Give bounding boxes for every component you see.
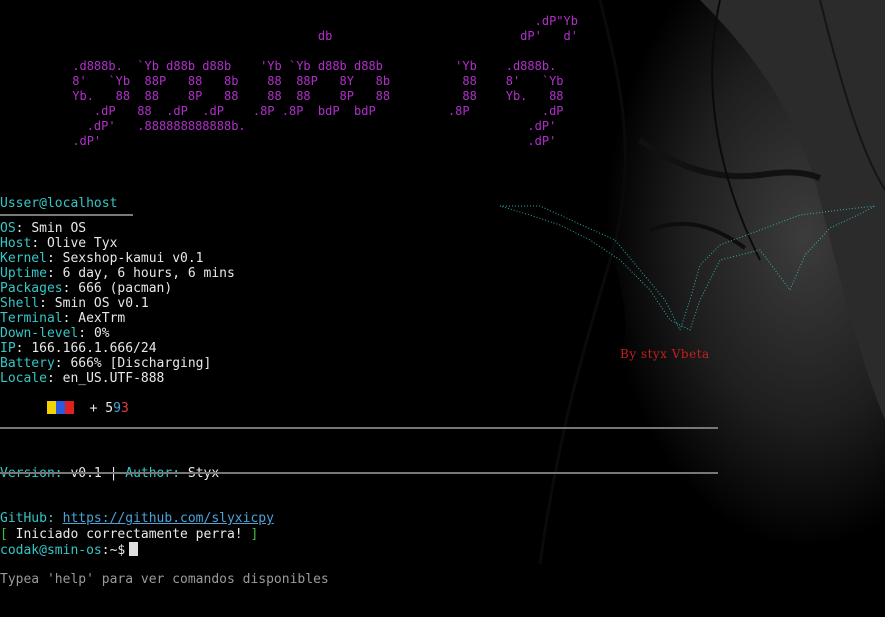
info-key: Terminal (0, 311, 63, 326)
palette-digit-3: 3 (120, 401, 129, 416)
info-key: Battery (0, 356, 55, 371)
user-host-heading: Usser@localhost (0, 196, 118, 211)
info-row-kernel: Kernel: Sexshop-kamui v0.1 (0, 251, 204, 266)
color-palette: + 593 (0, 386, 235, 416)
info-key: IP (0, 341, 16, 356)
info-row-down-level: Down-level: 0% (0, 326, 110, 341)
info-row-shell: Shell: Smin OS v0.1 (0, 296, 149, 311)
help-hint: Typea 'help' para ver comandos disponibl… (0, 572, 329, 587)
user-host-underline (0, 214, 133, 216)
info-value: 666% [Discharging] (70, 356, 212, 371)
ascii-logo: .dP"Yb db dP' d' .d888b. `Yb d88b d88b '… (72, 14, 578, 148)
terminal-window: .dP"Yb db dP' d' .d888b. `Yb d88b d88b '… (0, 0, 885, 587)
info-value: 666 (pacman) (78, 281, 173, 296)
info-key: Kernel (0, 251, 47, 266)
palette-swatch-red (64, 401, 74, 414)
success-message: [ Iniciado correctamente perra! ] (0, 527, 329, 542)
info-row-ip: IP: 166.166.1.666/24 (0, 341, 157, 356)
info-value: AexTrm (78, 311, 126, 326)
palette-digit-2: 9 (113, 401, 121, 416)
info-value: 0% (93, 326, 110, 341)
info-key: OS (0, 221, 16, 236)
palette-swatch-yellow (46, 401, 56, 414)
info-key: Shell (0, 296, 40, 311)
success-text: Iniciado correctamente perra! (15, 527, 243, 542)
info-row-host: Host: Olive Tyx (0, 236, 118, 251)
info-key: Host (0, 236, 32, 251)
info-value: Smin OS v0.1 (54, 296, 149, 311)
divider-top (0, 427, 718, 429)
byline-text: By styx Vbeta (620, 347, 710, 361)
info-value: 166.166.1.666/24 (31, 341, 157, 356)
info-key: Down-level (0, 326, 79, 341)
info-value: en_US.UTF-888 (62, 371, 165, 386)
info-list: OS: Smin OS Host: Olive Tyx Kernel: Sexsho… (0, 221, 235, 386)
info-value: 6 day, 6 hours, 6 mins (62, 266, 235, 281)
info-row-os: OS: Smin OS (0, 221, 87, 236)
info-row-uptime: Uptime: 6 day, 6 hours, 6 mins (0, 266, 235, 281)
info-row-packages: Packages: 666 (pacman) (0, 281, 173, 296)
success-open-bracket: [ (0, 527, 8, 542)
info-value: Smin OS (31, 221, 87, 236)
system-info: Usser@localhost OS: Smin OS Host: Olive T… (0, 196, 235, 416)
info-row-battery: Battery: 666% [Discharging] (0, 356, 212, 371)
command-prompt[interactable]: codak@smin-os:~$ (0, 542, 139, 558)
success-close-bracket: ] (250, 527, 259, 542)
palette-plus: + (89, 401, 98, 416)
info-key: Packages (0, 281, 63, 296)
info-row-locale: Locale: en_US.UTF-888 (0, 371, 165, 386)
prompt-path: :~$ (101, 543, 126, 558)
info-key: Locale (0, 371, 47, 386)
info-value: Olive Tyx (46, 236, 118, 251)
palette-swatch-blue (55, 401, 65, 414)
info-row-terminal: Terminal: AexTrm (0, 311, 126, 326)
prompt-user-host: codak@smin-os (0, 543, 102, 558)
text-cursor[interactable] (129, 542, 139, 556)
info-key: Uptime (0, 266, 47, 281)
divider-bottom (0, 472, 718, 474)
palette-digit-1: 5 (105, 401, 114, 416)
info-value: Sexshop-kamui v0.1 (62, 251, 204, 266)
